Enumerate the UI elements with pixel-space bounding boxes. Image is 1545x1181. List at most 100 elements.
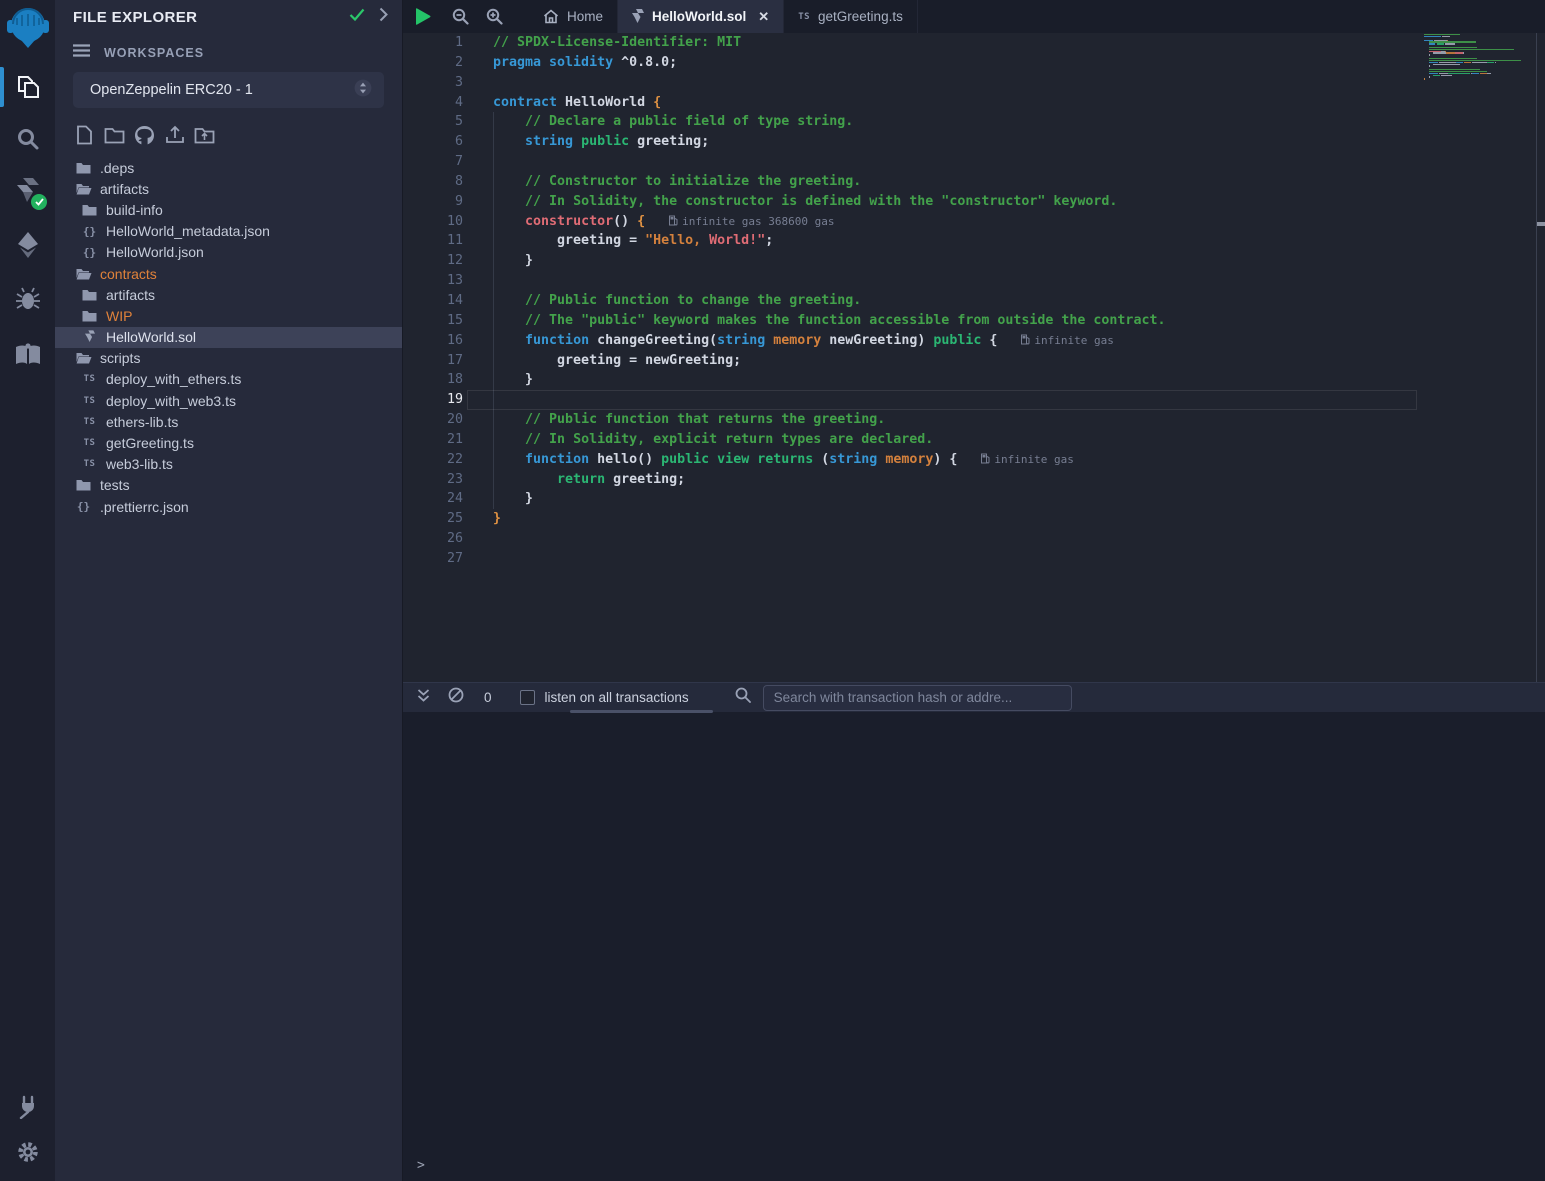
- file-tree-item[interactable]: {} HelloWorld.json: [55, 242, 402, 263]
- gas-estimate: infinite gas 368600 gas: [669, 215, 834, 228]
- workspaces-menu-icon[interactable]: [73, 44, 90, 62]
- new-file-icon[interactable]: [74, 124, 95, 145]
- search-icon: [16, 127, 40, 151]
- workspace-select-arrows-icon: [354, 79, 372, 102]
- terminal-search-input[interactable]: [763, 685, 1072, 711]
- gas-estimate: infinite gas: [1021, 334, 1113, 347]
- tab-helloworld-sol[interactable]: HelloWorld.sol ✕: [618, 0, 784, 33]
- file-tree-item[interactable]: TS getGreeting.ts: [55, 432, 402, 453]
- editor-top-bar: Home HelloWorld.sol ✕ TS getGreeting.ts: [403, 0, 1545, 33]
- file-tree-item[interactable]: TSdeploy_with_ethers.ts: [55, 369, 402, 390]
- terminal-search-icon: [735, 687, 751, 708]
- upload-file-icon[interactable]: [164, 124, 185, 145]
- zoom-out-icon[interactable]: [443, 0, 477, 33]
- file-tree-item[interactable]: .deps: [55, 157, 402, 178]
- file-tree-item[interactable]: WIP: [55, 305, 402, 326]
- file-name: contracts: [100, 266, 157, 282]
- saved-check-icon: [349, 8, 365, 26]
- terminal-output[interactable]: >: [403, 712, 1545, 1181]
- folder-icon: [81, 289, 98, 301]
- file-tree-item[interactable]: {}.prettierrc.json: [55, 496, 402, 517]
- file-tree-item[interactable]: TS ethers-lib.ts: [55, 411, 402, 432]
- remix-logo[interactable]: [0, 2, 55, 52]
- json-file-icon: {}: [81, 225, 98, 238]
- clear-console-icon[interactable]: [448, 687, 464, 708]
- typescript-file-icon: TS: [81, 438, 98, 448]
- collapse-panel-chevron[interactable]: [379, 7, 388, 27]
- file-name: HelloWorld.sol: [106, 329, 196, 345]
- file-tree-item[interactable]: TSdeploy_with_web3.ts: [55, 390, 402, 411]
- file-name: deploy_with_web3.ts: [106, 393, 236, 409]
- file-explorer-panel: FILE EXPLORER WORKSPACES OpenZeppelin ER…: [55, 0, 403, 1181]
- file-name: WIP: [106, 308, 132, 324]
- file-tree-item[interactable]: {} HelloWorld_metadata.json: [55, 221, 402, 242]
- file-tree-item[interactable]: artifacts: [55, 284, 402, 305]
- typescript-file-icon: TS: [798, 12, 810, 22]
- workspace-select[interactable]: OpenZeppelin ERC20 - 1: [73, 72, 384, 108]
- listen-transactions-checkbox[interactable]: [520, 690, 535, 705]
- gas-estimate: infinite gas: [981, 453, 1073, 466]
- file-name: HelloWorld_metadata.json: [106, 223, 270, 239]
- file-tree-item[interactable]: contracts: [55, 263, 402, 284]
- file-tree-item[interactable]: tests: [55, 475, 402, 496]
- file-name: getGreeting.ts: [106, 435, 194, 451]
- upload-folder-icon[interactable]: [194, 124, 215, 145]
- file-name: web3-lib.ts: [106, 456, 173, 472]
- folder-open-icon: [75, 268, 92, 280]
- scrollbar-track: [1536, 33, 1537, 682]
- settings-tab[interactable]: [0, 1129, 55, 1175]
- json-file-icon: {}: [75, 500, 92, 513]
- close-tab-icon[interactable]: ✕: [758, 9, 769, 25]
- file-name: tests: [100, 477, 130, 493]
- code-editor[interactable]: 1// SPDX-License-Identifier: MIT2pragma …: [403, 33, 1545, 682]
- minimap[interactable]: [1424, 34, 1524, 84]
- search-tab[interactable]: [0, 116, 55, 162]
- tab-label: HelloWorld.sol: [652, 9, 746, 24]
- file-explorer-toolbar: [55, 108, 402, 155]
- folder-icon: [81, 204, 98, 216]
- solidity-compiler-tab[interactable]: [0, 168, 55, 214]
- file-explorer-tab[interactable]: [0, 64, 55, 110]
- run-script-button[interactable]: [403, 0, 443, 33]
- file-name: deploy_with_ethers.ts: [106, 371, 241, 387]
- book-icon: [14, 343, 42, 367]
- file-name: HelloWorld.json: [106, 244, 204, 260]
- tab-home[interactable]: Home: [529, 0, 618, 33]
- listen-transactions-label: listen on all transactions: [545, 690, 689, 705]
- expand-terminal-icon[interactable]: [416, 688, 431, 708]
- tab-getgreeting-ts[interactable]: TS getGreeting.ts: [784, 0, 918, 33]
- zoom-in-icon[interactable]: [477, 0, 511, 33]
- folder-icon: [75, 479, 92, 491]
- solidity-file-icon: [632, 9, 644, 25]
- file-tree-item[interactable]: TSweb3-lib.ts: [55, 454, 402, 475]
- gear-icon: [16, 1140, 40, 1164]
- file-name: ethers-lib.ts: [106, 414, 178, 430]
- file-name: artifacts: [106, 287, 155, 303]
- github-icon[interactable]: [134, 124, 155, 145]
- plug-icon: [15, 1093, 41, 1119]
- new-folder-icon[interactable]: [104, 124, 125, 145]
- folder-icon: [81, 310, 98, 322]
- learneth-tab[interactable]: [0, 332, 55, 378]
- plugin-manager-tab[interactable]: [0, 1083, 55, 1129]
- terminal-prompt: >: [417, 1158, 425, 1173]
- file-tree: .depsartifactsbuild-info{}HelloWorld_met…: [55, 157, 402, 517]
- panel-title: FILE EXPLORER: [73, 9, 349, 26]
- terminal-drag-handle[interactable]: [570, 710, 713, 713]
- file-tree-item[interactable]: scripts: [55, 348, 402, 369]
- scrollbar-thumb[interactable]: [1537, 222, 1545, 226]
- file-tree-item[interactable]: artifacts: [55, 178, 402, 199]
- debugger-tab[interactable]: [0, 276, 55, 322]
- typescript-file-icon: TS: [81, 417, 98, 427]
- file-name: scripts: [100, 350, 140, 366]
- transaction-count: 0: [484, 690, 492, 705]
- file-tree-item[interactable]: build-info: [55, 199, 402, 220]
- code-lines: 1// SPDX-License-Identifier: MIT2pragma …: [403, 33, 1165, 569]
- deploy-run-icon: [15, 231, 41, 259]
- file-tree-item[interactable]: HelloWorld.sol: [55, 327, 402, 348]
- deploy-run-tab[interactable]: [0, 222, 55, 268]
- tab-label: getGreeting.ts: [818, 9, 903, 24]
- json-file-icon: {}: [81, 246, 98, 259]
- main-area: Home HelloWorld.sol ✕ TS getGreeting.ts …: [403, 0, 1545, 1181]
- solidity-file-icon: [81, 330, 98, 344]
